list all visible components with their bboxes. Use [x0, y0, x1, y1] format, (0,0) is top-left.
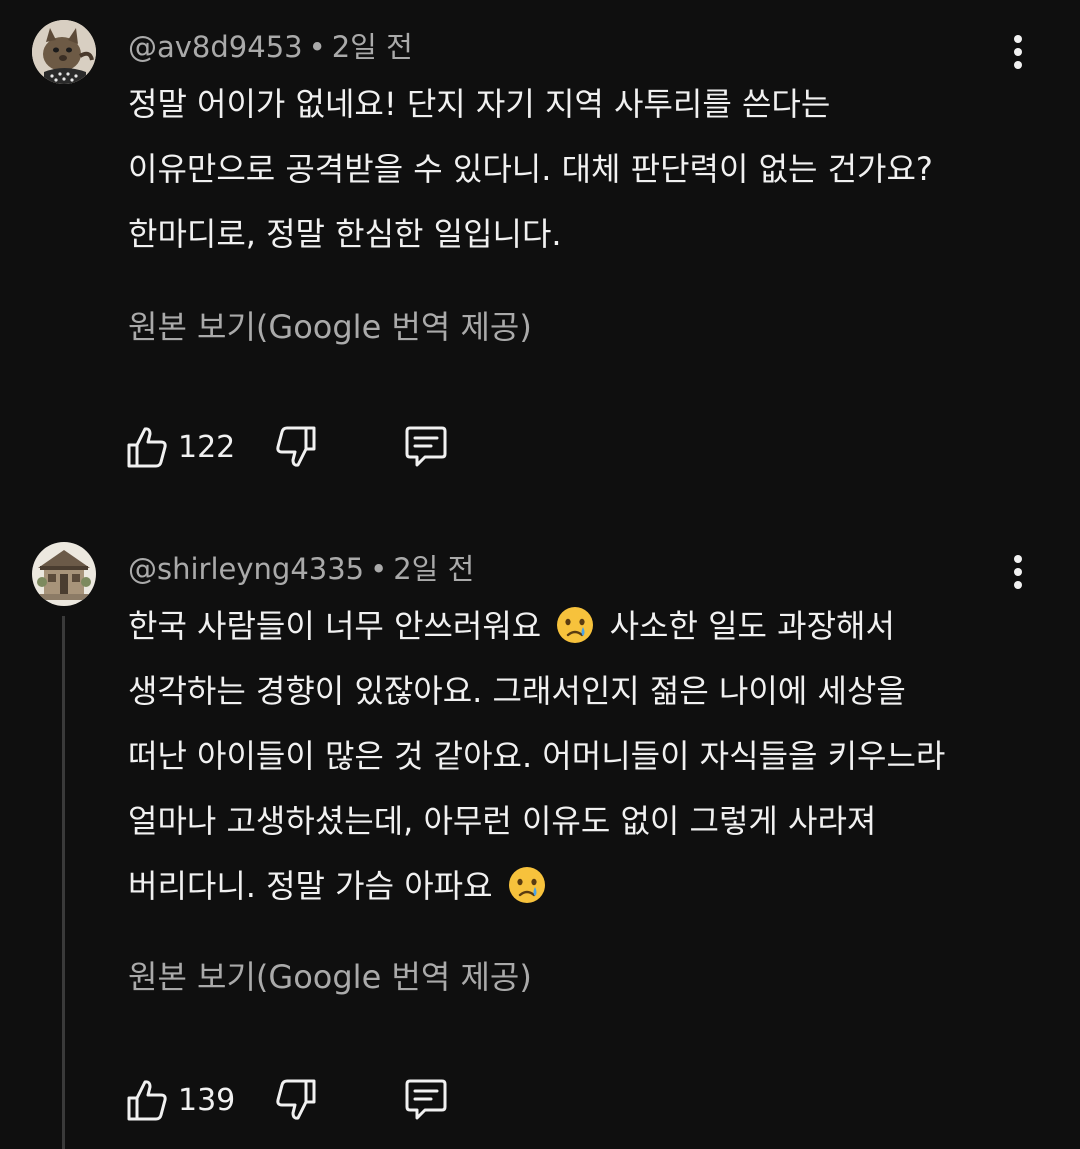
comment-bubble-icon	[403, 1078, 449, 1122]
comment-text-line: 떠난 아이들이 많은 것 같아요. 어머니들이 자식들을 키우느라	[128, 737, 946, 775]
cat-avatar-icon	[32, 20, 96, 84]
vertical-dots-icon	[1014, 35, 1022, 69]
crying-face-emoji-icon	[508, 867, 545, 903]
comment-text-line: 생각하는 경향이 있잖아요. 그래서인지 젊은 나이에 세상을	[128, 672, 906, 710]
separator-dot: •	[308, 30, 326, 64]
user-avatar[interactable]	[32, 20, 96, 84]
comment-meta: @shirleyng4335 • 2일 전	[128, 546, 474, 588]
thumbs-up-icon	[126, 1078, 168, 1122]
reply-button[interactable]	[403, 1078, 449, 1122]
comment-actions: 122	[126, 422, 449, 472]
comment-item: @shirleyng4335 • 2일 전 한국 사람들이 너무 안쓰러워요 사소한…	[0, 520, 1080, 1149]
like-button[interactable]: 139	[126, 1078, 235, 1122]
thumbs-down-icon	[275, 425, 317, 469]
comment-text-line: 이유만으로 공격받을 수 있다니. 대체 판단력이 없는 건가요?	[128, 150, 933, 188]
comment-text-segment: 한국 사람들이 너무 안쓰러워요	[128, 607, 552, 645]
dislike-button[interactable]	[275, 1078, 317, 1122]
thumbs-up-icon	[126, 425, 168, 469]
vertical-dots-icon	[1014, 555, 1022, 589]
comment-time: 2일 전	[331, 30, 413, 64]
comment-text-line: 정말 어이가 없네요! 단지 자기 지역 사투리를 쓴다는	[128, 85, 831, 123]
comment-item: @av8d9453 • 2일 전 정말 어이가 없네요! 단지 자기 지역 사투리를…	[0, 0, 1080, 520]
author-handle[interactable]: @shirleyng4335	[128, 552, 364, 586]
crying-face-emoji-icon	[557, 607, 594, 643]
comment-bubble-icon	[403, 425, 449, 469]
comment-time: 2일 전	[393, 552, 475, 586]
user-avatar[interactable]	[32, 542, 96, 606]
comment-text: 정말 어이가 없네요! 단지 자기 지역 사투리를 쓴다는 이유만으로 공격받을…	[128, 72, 1028, 267]
comment-text: 한국 사람들이 너무 안쓰러워요 사소한 일도 과장해서 생각하는 경향이 있잖…	[128, 594, 1028, 919]
like-count: 122	[178, 429, 236, 465]
comment-text-line: 한마디로, 정말 한심한 일입니다.	[128, 215, 562, 253]
house-avatar-icon	[32, 542, 96, 606]
thread-line	[62, 616, 65, 1149]
comment-text-line: 얼마나 고생하셨는데, 아무런 이유도 없이 그렇게 사라져	[128, 802, 877, 840]
see-original-link[interactable]: 원본 보기(Google 번역 제공)	[128, 952, 532, 998]
see-original-link[interactable]: 원본 보기(Google 번역 제공)	[128, 302, 532, 348]
comment-text-line: 버리다니. 정말 가슴 아파요	[128, 854, 1028, 919]
reply-button[interactable]	[403, 425, 449, 469]
comment-text-segment: 버리다니. 정말 가슴 아파요	[128, 867, 503, 905]
dislike-button[interactable]	[275, 425, 317, 469]
more-options-button[interactable]	[1000, 30, 1036, 74]
comment-text-segment: 사소한 일도 과장해서	[599, 607, 895, 645]
separator-dot: •	[370, 552, 388, 586]
comment-actions: 139	[126, 1075, 449, 1125]
comment-text-line: 한국 사람들이 너무 안쓰러워요 사소한 일도 과장해서	[128, 594, 1028, 659]
like-count: 139	[178, 1082, 236, 1118]
like-button[interactable]: 122	[126, 425, 235, 469]
thumbs-down-icon	[275, 1078, 317, 1122]
author-handle[interactable]: @av8d9453	[128, 30, 303, 64]
more-options-button[interactable]	[1000, 550, 1036, 594]
comment-meta: @av8d9453 • 2일 전	[128, 24, 413, 66]
